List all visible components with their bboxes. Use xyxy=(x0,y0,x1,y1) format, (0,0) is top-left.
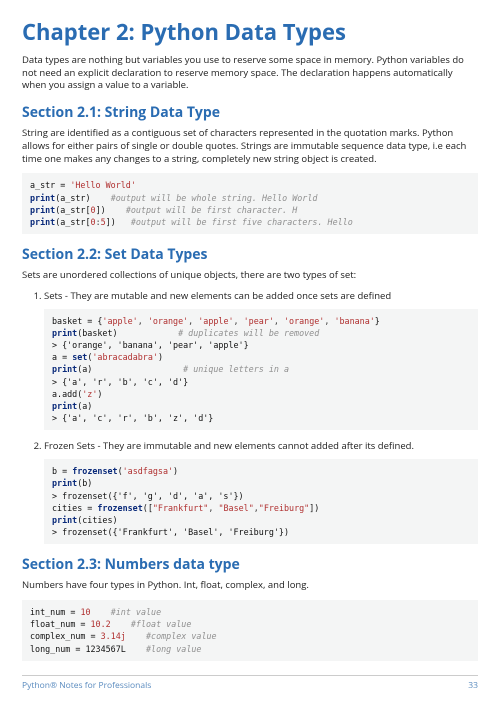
set-types-list: Sets - They are mutable and new elements… xyxy=(22,290,478,544)
section-2-2-title: Section 2.2: Set Data Types xyxy=(22,246,478,265)
list-item: Sets - They are mutable and new elements… xyxy=(44,290,478,431)
intro-paragraph: Data types are nothing but variables you… xyxy=(22,54,478,92)
footer-book-title: Python® Notes for Professionals xyxy=(22,680,151,691)
code-set: basket = {'apple', 'orange', 'apple', 'p… xyxy=(44,309,478,431)
section-2-2-para: Sets are unordered collections of unique… xyxy=(22,269,478,282)
section-2-3-title: Section 2.3: Numbers data type xyxy=(22,556,478,575)
section-2-1-para: String are identified as a contiguous se… xyxy=(22,127,478,165)
list-item: Frozen Sets - They are immutable and new… xyxy=(44,440,478,544)
code-frozenset: b = frozenset('asdfagsa') print(b) > fro… xyxy=(44,459,478,544)
section-2-1-title: Section 2.1: String Data Type xyxy=(22,104,478,123)
chapter-title: Chapter 2: Python Data Types xyxy=(22,18,478,48)
footer-page-number: 33 xyxy=(468,680,478,691)
section-2-3-para: Numbers have four types in Python. Int, … xyxy=(22,579,478,592)
code-numbers: int_num = 10 #int value float_num = 10.2… xyxy=(22,600,478,661)
page-footer: Python® Notes for Professionals 33 xyxy=(22,675,478,691)
code-string: a_str = 'Hello World' print(a_str) #outp… xyxy=(22,173,478,234)
